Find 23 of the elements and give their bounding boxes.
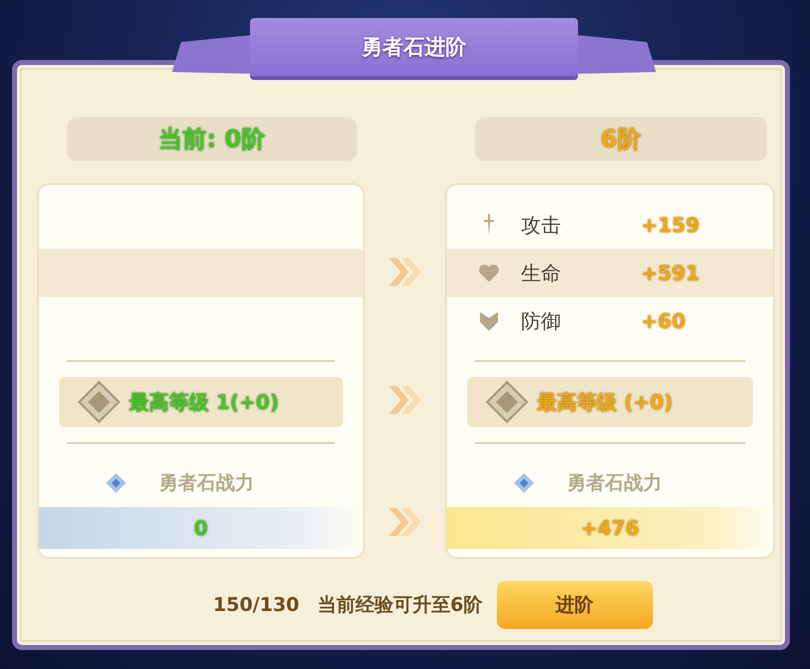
stat-name: 防御 bbox=[521, 308, 562, 334]
stat-name: 攻击 bbox=[521, 212, 562, 238]
stage-label: 当前: 0阶 bbox=[158, 124, 266, 155]
stage-label: 6阶 bbox=[600, 124, 642, 155]
upgrade-hint: 当前经验可升至6阶 bbox=[317, 593, 482, 618]
power-label: 勇者石战力 bbox=[567, 471, 662, 496]
experience-count: 150/130 bbox=[213, 594, 300, 616]
power-label: 勇者石战力 bbox=[159, 471, 254, 496]
diamond-icon bbox=[105, 472, 127, 494]
max-level-label: 最高等级 (+0) bbox=[537, 388, 673, 416]
stat-name: 生命 bbox=[521, 260, 562, 286]
diamond-icon bbox=[77, 380, 121, 424]
power-value: 0 bbox=[194, 516, 208, 540]
power-value: +476 bbox=[580, 516, 640, 540]
diamond-icon bbox=[513, 472, 535, 494]
max-level-label: 最高等级 1(+0) bbox=[129, 388, 279, 416]
shield-icon bbox=[477, 309, 501, 333]
diamond-icon bbox=[485, 380, 529, 424]
stat-value: +591 bbox=[641, 261, 700, 285]
advance-button[interactable]: 进阶 bbox=[496, 581, 652, 629]
window-title: 勇者石进阶 bbox=[362, 34, 466, 61]
stat-value: +60 bbox=[641, 309, 686, 333]
stat-value: +159 bbox=[641, 213, 700, 237]
